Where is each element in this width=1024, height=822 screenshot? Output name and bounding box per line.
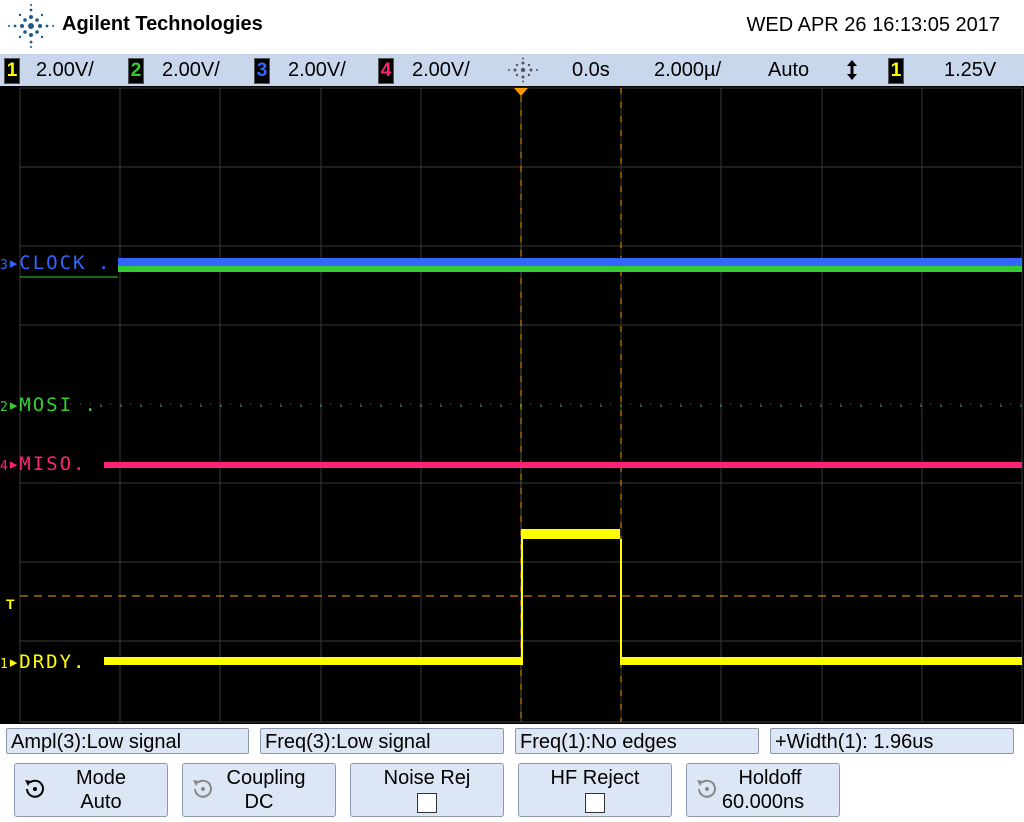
channel-2-name: MOSI: [19, 394, 74, 416]
status-bar: 1 2.00V/ 2 2.00V/ 3 2.00V/ 4 2.00V/ 0.0s…: [0, 54, 1024, 86]
timebase-scale: 2.000µ/: [654, 59, 722, 81]
measurement-freq-1[interactable]: Freq(1):No edges: [515, 728, 759, 754]
channel-2-label: 2▸MOSI .: [0, 394, 96, 416]
coupling-value: DC: [244, 791, 274, 813]
hf-reject-softkey[interactable]: HF Reject: [518, 763, 672, 817]
channel-4-number: 4: [0, 459, 8, 474]
trigger-source-badge[interactable]: 1: [888, 58, 904, 84]
channel-1-number: 1: [0, 657, 8, 672]
ground-marker-icon: ▸: [7, 252, 20, 274]
channel-3-name: CLOCK: [19, 252, 87, 274]
channel-3-number: 3: [0, 258, 8, 273]
channel-1-badge[interactable]: 1: [4, 58, 20, 84]
noise-rej-checkbox[interactable]: [351, 791, 503, 818]
coupling-softkey[interactable]: Coupling DC: [182, 763, 336, 817]
label-dot: .: [73, 651, 85, 673]
date-time: WED APR 26 16:13:05 2017: [746, 14, 1001, 36]
mosi-trace-upper: [118, 266, 1022, 272]
hf-reject-label: HF Reject: [550, 767, 640, 789]
channel-4-label: 4▸MISO.: [0, 453, 85, 475]
measurement-freq-3[interactable]: Freq(3):Low signal: [260, 728, 504, 754]
holdoff-softkey[interactable]: Holdoff 60.000ns: [686, 763, 840, 817]
hf-reject-checkbox[interactable]: [519, 791, 671, 818]
channel-4-name: MISO: [19, 453, 74, 475]
channel-1-name: DRDY: [19, 651, 74, 673]
softkey-bar: Mode Auto Coupling DC Noise Rej HF Rejec…: [0, 760, 1024, 822]
trigger-level-indicator[interactable]: T: [6, 596, 15, 612]
channel-2-number: 2: [0, 400, 8, 415]
holdoff-label: Holdoff: [738, 767, 802, 789]
channel-2-badge[interactable]: 2: [128, 58, 144, 84]
channel-2-scale: 2.00V/: [162, 59, 220, 81]
miso-trace: [104, 462, 1022, 468]
coupling-label: Coupling: [226, 767, 306, 789]
noise-rej-softkey[interactable]: Noise Rej: [350, 763, 504, 817]
ground-marker-icon: ▸: [7, 651, 20, 673]
label-dot: .: [73, 453, 85, 475]
trigger-mode: Auto: [768, 59, 810, 81]
mode-softkey[interactable]: Mode Auto: [14, 763, 168, 817]
mode-label: Mode: [75, 767, 127, 789]
drdy-trace-low-right: [621, 657, 1022, 665]
mode-value: Auto: [80, 791, 122, 813]
drdy-trace-low-left: [104, 657, 522, 665]
channel-4-badge[interactable]: 4: [378, 58, 394, 84]
brand-name: Agilent Technologies: [62, 13, 263, 35]
noise-rej-label: Noise Rej: [383, 767, 471, 789]
acquisition-run-icon: [508, 57, 538, 83]
label-dot: .: [86, 252, 110, 274]
channel-4-scale: 2.00V/: [412, 59, 470, 81]
label-dot: .: [73, 394, 96, 416]
title-bar: Agilent Technologies WED APR 26 16:13:05…: [0, 0, 1024, 54]
holdoff-value: 60.000ns: [721, 791, 805, 813]
ground-marker-icon: ▸: [7, 394, 20, 416]
channel-1-label: 1▸DRDY.: [0, 651, 85, 673]
ground-marker-icon: ▸: [7, 453, 20, 475]
measurement-ampl-3[interactable]: Ampl(3):Low signal: [6, 728, 249, 754]
channel-3-label: 3▸CLOCK .: [0, 252, 109, 274]
channel-3-scale: 2.00V/: [288, 59, 346, 81]
measurement-width-1[interactable]: +Width(1): 1.96us: [770, 728, 1014, 754]
drdy-trace-high: [522, 529, 620, 539]
channel-1-scale: 2.00V/: [36, 59, 94, 81]
measurement-bar: Ampl(3):Low signal Freq(3):Low signal Fr…: [0, 724, 1024, 760]
updown-arrows-icon: [847, 60, 857, 80]
agilent-logo-icon: [8, 4, 54, 48]
trigger-position-marker[interactable]: [514, 88, 528, 96]
trigger-level: 1.25V: [944, 59, 997, 81]
time-offset: 0.0s: [572, 59, 610, 81]
clock-trace: [118, 258, 1022, 266]
waveform-display[interactable]: 3▸CLOCK . 2▸MOSI . 4▸MISO. 1▸DRDY. T: [0, 86, 1024, 724]
channel-3-badge[interactable]: 3: [254, 58, 270, 84]
